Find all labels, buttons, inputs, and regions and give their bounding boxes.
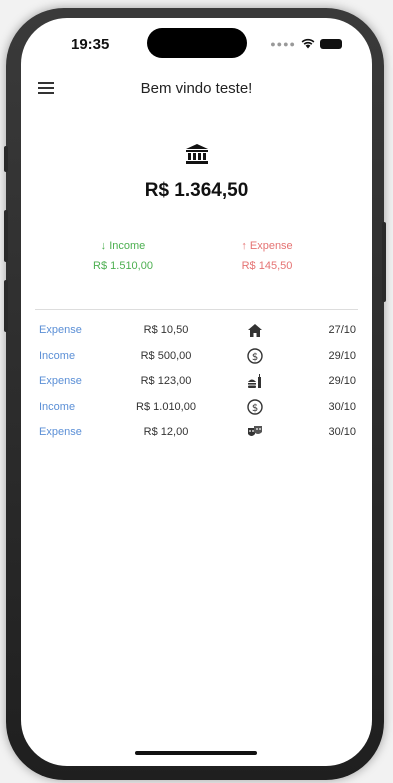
volume-up-button xyxy=(4,210,8,262)
food-icon xyxy=(246,372,264,390)
transaction-date: 29/10 xyxy=(328,349,356,362)
home-icon xyxy=(246,321,264,339)
divider xyxy=(35,309,358,310)
signal-icon: ●●●● xyxy=(270,38,296,49)
table-row[interactable]: Income R$ 1.010,00 $ 30/10 xyxy=(21,397,372,423)
status-icons: ●●●● xyxy=(270,38,342,49)
transaction-amount: R$ 500,00 xyxy=(140,349,192,362)
svg-text:$: $ xyxy=(252,403,258,414)
transaction-type: Expense xyxy=(39,324,82,336)
screen: 19:35 ●●●● Bem vindo teste! R$ 1.364,50 … xyxy=(21,18,372,766)
income-value: R$ 1.510,00 xyxy=(93,260,153,272)
transaction-type: Expense xyxy=(39,426,82,438)
table-row[interactable]: Income R$ 500,00 $ 29/10 xyxy=(21,346,372,372)
transaction-date: 30/10 xyxy=(328,426,356,438)
transaction-amount: R$ 10,50 xyxy=(143,324,189,336)
page-title: Bem vindo teste! xyxy=(140,80,253,97)
bank-icon xyxy=(186,144,208,164)
balance-amount: R$ 1.364,50 xyxy=(144,180,249,201)
app-header: Bem vindo teste! xyxy=(21,78,372,102)
volume-down-button xyxy=(4,280,8,332)
transaction-list: Expense R$ 10,50 27/10 Income R$ 500,00 … xyxy=(21,320,372,448)
expense-value: R$ 145,50 xyxy=(241,260,293,272)
home-indicator[interactable] xyxy=(135,751,257,755)
wifi-icon xyxy=(301,38,315,49)
dollar-icon: $ xyxy=(246,347,264,365)
theater-icon xyxy=(246,423,264,441)
income-summary: ↓ Income R$ 1.510,00 xyxy=(83,240,163,272)
table-row[interactable]: Expense R$ 10,50 27/10 xyxy=(21,320,372,346)
transaction-date: 29/10 xyxy=(328,375,356,387)
svg-text:$: $ xyxy=(252,352,258,363)
status-time: 19:35 xyxy=(71,36,110,53)
transaction-amount: R$ 12,00 xyxy=(143,426,189,438)
transaction-type: Expense xyxy=(39,375,82,387)
income-label: ↓ Income xyxy=(100,240,146,252)
transaction-amount: R$ 123,00 xyxy=(140,375,192,387)
transaction-date: 30/10 xyxy=(328,400,356,413)
expense-summary: ↑ Expense R$ 145,50 xyxy=(227,240,307,272)
table-row[interactable]: Expense R$ 123,00 29/10 xyxy=(21,371,372,397)
dollar-icon: $ xyxy=(246,398,264,416)
transaction-amount: R$ 1.010,00 xyxy=(136,400,196,413)
transaction-type: Income xyxy=(39,400,76,413)
transaction-date: 27/10 xyxy=(328,324,356,336)
silent-switch xyxy=(4,146,8,172)
transaction-type: Income xyxy=(39,349,76,362)
power-button xyxy=(382,222,386,302)
table-row[interactable]: Expense R$ 12,00 30/10 xyxy=(21,422,372,448)
dynamic-island xyxy=(147,28,247,58)
expense-label: ↑ Expense xyxy=(241,240,293,252)
battery-icon xyxy=(320,38,342,49)
